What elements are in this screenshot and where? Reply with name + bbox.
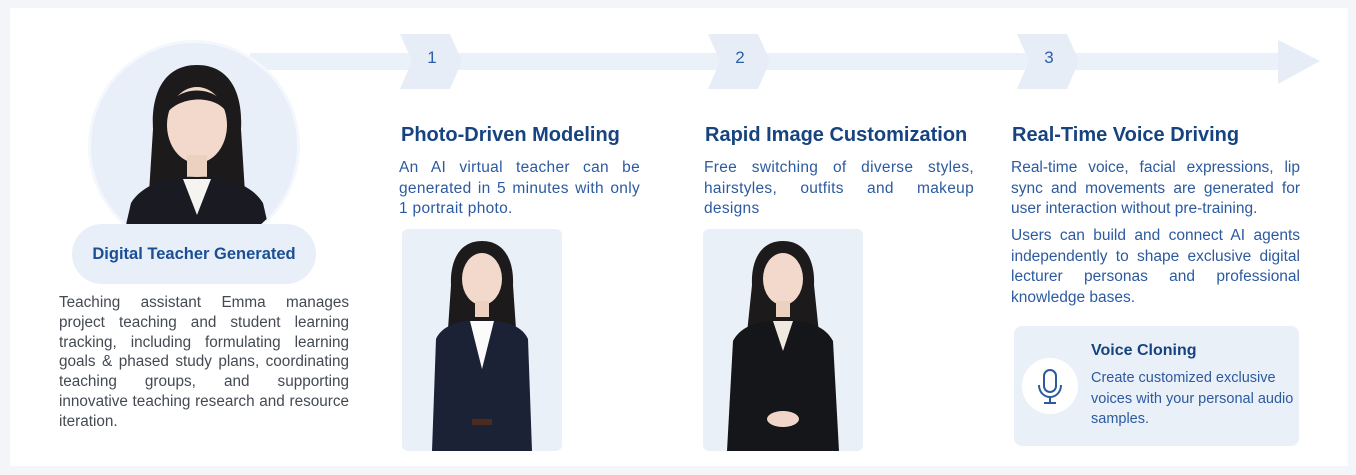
step-text-voice-driving: Real-time voice, facial expressions, lip…	[1011, 159, 1300, 217]
flow-arrowhead	[1278, 40, 1320, 84]
step-text-photo-modeling: An AI virtual teacher can be generated i…	[399, 159, 640, 217]
step-title-photo-modeling: Photo-Driven Modeling	[401, 124, 620, 146]
step-text-ai-agents: Users can build and connect AI agents in…	[1011, 227, 1300, 306]
step-number-1: 1	[427, 48, 437, 67]
teacher-portrait-image	[120, 65, 274, 249]
step-text-image-customization: Free switching of diverse styles, hairst…	[704, 159, 974, 217]
portrait-photo-1	[402, 229, 562, 451]
voice-cloning-title: Voice Cloning	[1091, 342, 1197, 359]
step-number-3: 3	[1044, 48, 1054, 67]
digital-teacher-badge: Digital Teacher Generated	[72, 224, 316, 284]
step-title-image-customization: Rapid Image Customization	[705, 124, 968, 146]
step-title-voice-driving: Real-Time Voice Driving	[1012, 124, 1240, 146]
profile-description: Teaching assistant Emma manages project …	[59, 294, 349, 430]
flow-line	[250, 53, 1290, 70]
microphone-icon	[1022, 358, 1078, 414]
teacher-avatar	[88, 40, 300, 252]
voice-cloning-description: Create customized exclusive voices with …	[1091, 370, 1294, 427]
portrait-photo-2	[703, 229, 863, 451]
step-number-2: 2	[735, 48, 745, 67]
